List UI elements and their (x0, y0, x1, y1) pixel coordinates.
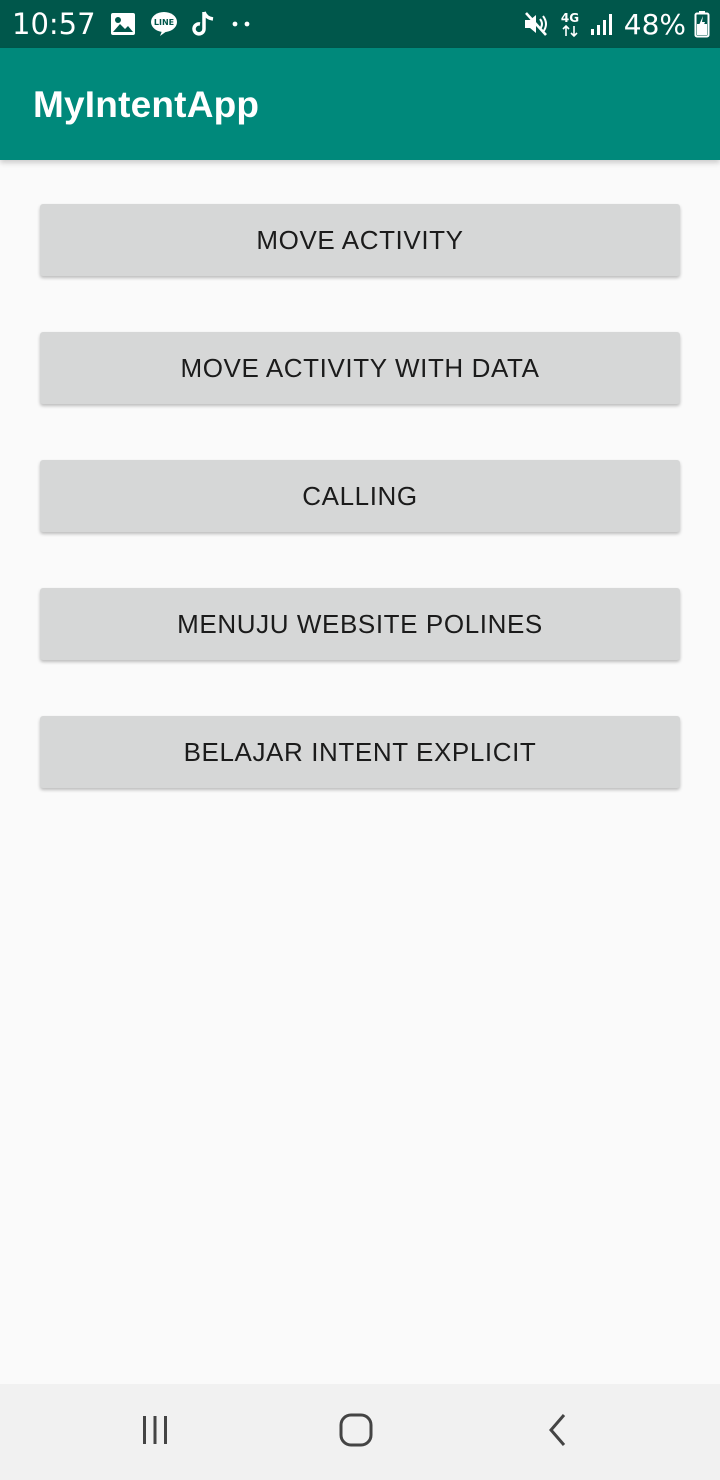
gallery-icon (110, 12, 136, 36)
screen: 10:57 LINE 4G 48% MyIntentApp MOVE ACTIV… (0, 0, 720, 1480)
status-left: 10:57 LINE (12, 0, 252, 48)
back-icon (544, 1412, 572, 1453)
svg-text:LINE: LINE (153, 18, 173, 27)
home-icon (338, 1412, 374, 1453)
move-activity-with-data-button[interactable]: MOVE ACTIVITY WITH DATA (40, 332, 680, 404)
calling-button[interactable]: CALLING (40, 460, 680, 532)
belajar-intent-explicit-button[interactable]: BELAJAR INTENT EXPLICIT (40, 716, 680, 788)
network-4g-icon: 4G (558, 9, 582, 39)
tiktok-icon (191, 10, 216, 38)
app-bar: MyIntentApp (0, 48, 720, 160)
battery-percent: 48% (623, 7, 686, 41)
line-app-icon: LINE (150, 11, 178, 37)
back-button[interactable] (498, 1384, 618, 1480)
status-right: 4G 48% (522, 0, 710, 48)
battery-icon (694, 10, 710, 38)
navigation-bar (0, 1384, 720, 1480)
menuju-website-polines-button[interactable]: MENUJU WEBSITE POLINES (40, 588, 680, 660)
recent-apps-icon (138, 1413, 172, 1452)
more-notifications-icon (230, 19, 252, 29)
signal-icon (590, 11, 616, 37)
mute-icon (522, 10, 550, 38)
app-title: MyIntentApp (33, 84, 260, 125)
status-time: 10:57 (12, 7, 96, 41)
home-button[interactable] (296, 1384, 416, 1480)
recent-apps-button[interactable] (95, 1384, 215, 1480)
status-bar: 10:57 LINE 4G 48% (0, 0, 720, 48)
network-label: 4G (561, 11, 579, 25)
move-activity-button[interactable]: MOVE ACTIVITY (40, 204, 680, 276)
